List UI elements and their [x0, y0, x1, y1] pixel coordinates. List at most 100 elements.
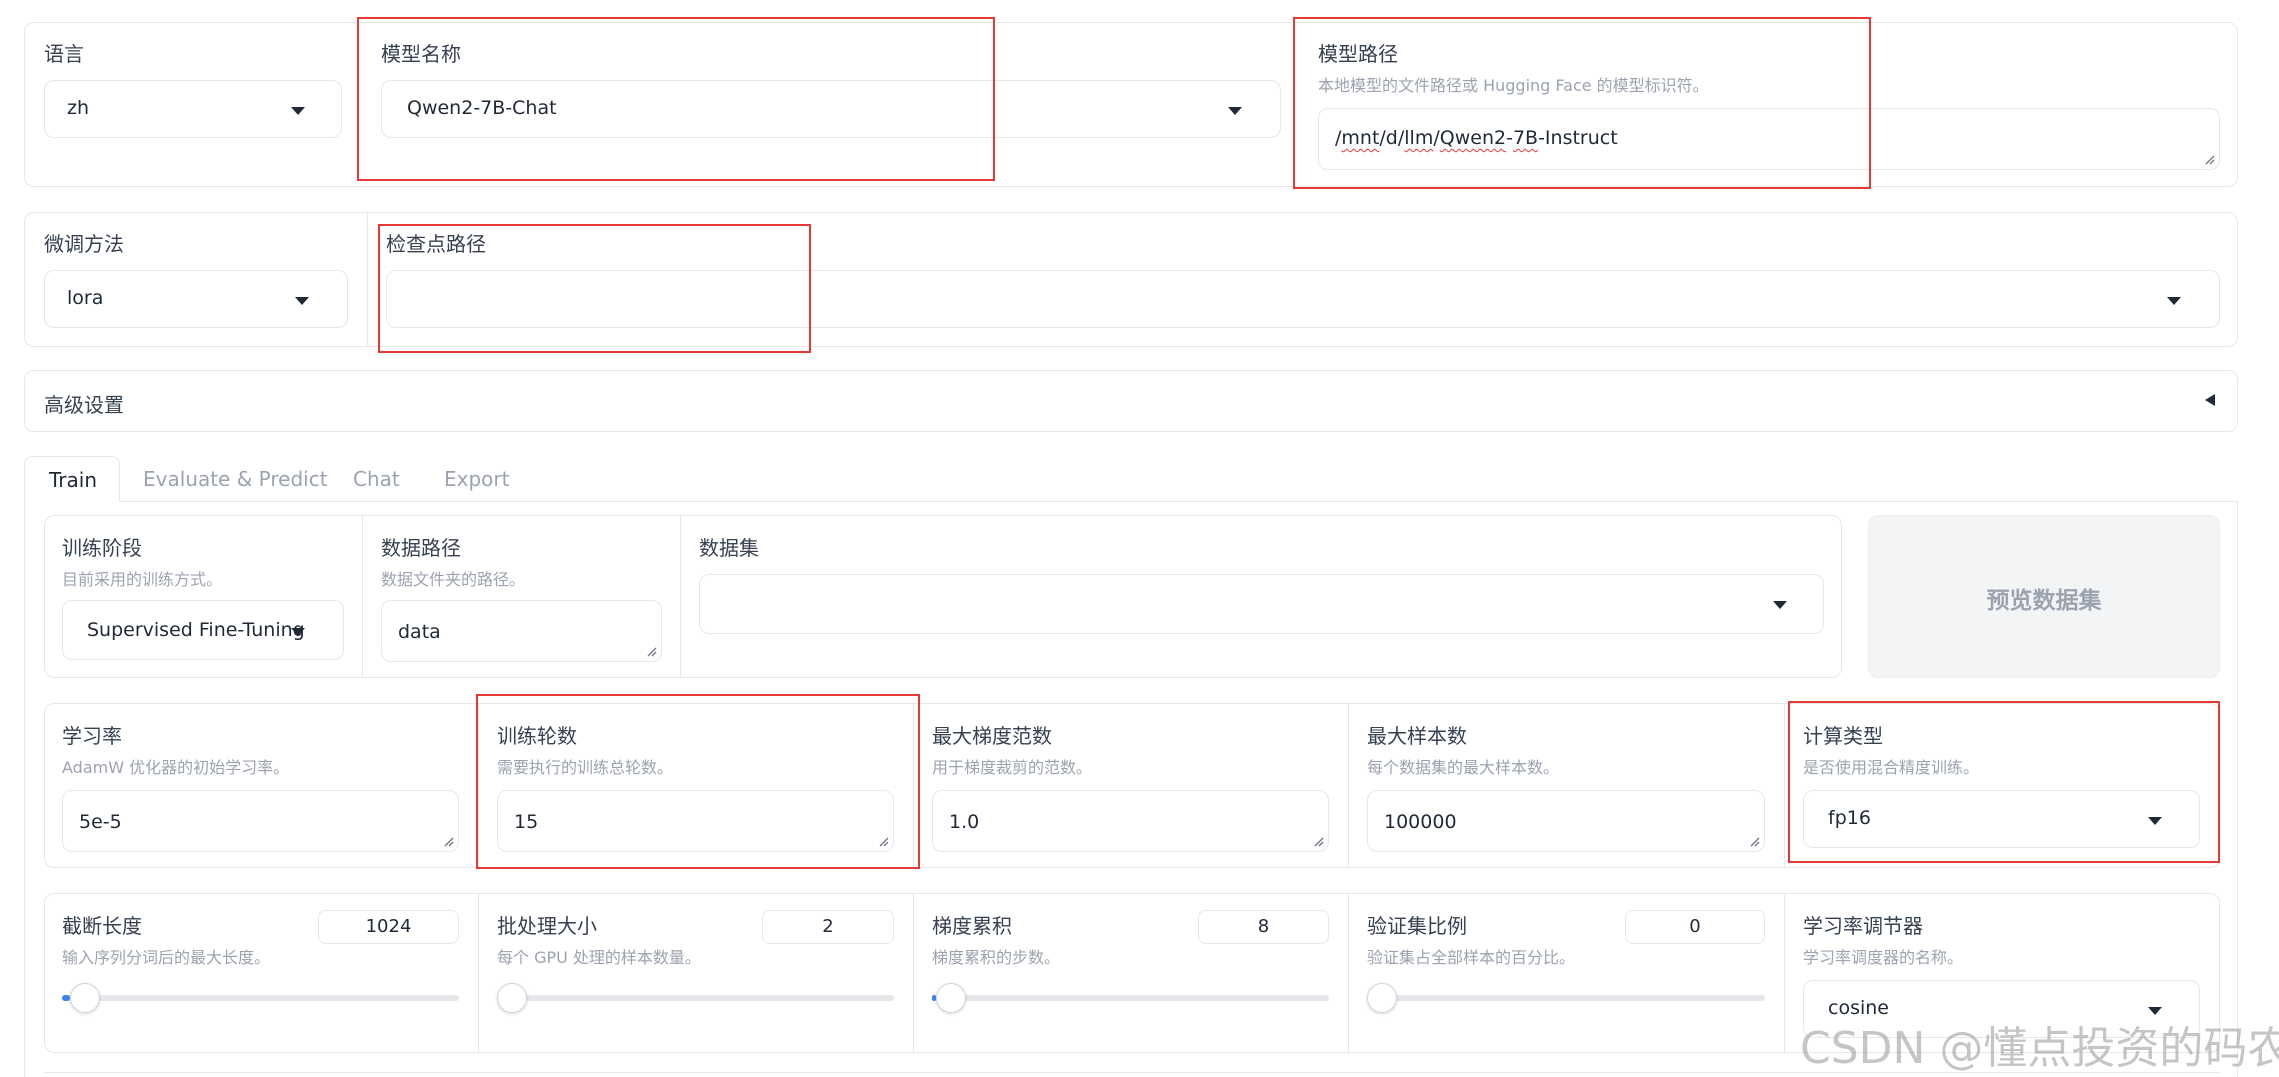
chevron-down-icon	[1773, 601, 1787, 609]
panel-divider	[913, 704, 914, 867]
checkpoint-path-label: 检查点路径	[386, 232, 486, 256]
checkpoint-path-dropdown[interactable]	[386, 270, 2220, 328]
compute-type-value: fp16	[1828, 807, 1871, 829]
panel-divider	[362, 516, 363, 677]
model-path-description: 本地模型的文件路径或 Hugging Face 的模型标识符。	[1318, 76, 1709, 95]
val-size-label: 验证集比例	[1367, 914, 1467, 938]
model-path-value: /mnt/d/llm/Qwen2-7B-Instruct	[1335, 127, 1618, 149]
grad-accum-slider-track[interactable]	[932, 995, 1329, 1001]
tab-train[interactable]: Train	[24, 456, 120, 502]
grad-accum-description: 梯度累积的步数。	[932, 948, 1061, 967]
grad-accum-slider-thumb[interactable]	[935, 983, 966, 1013]
compute-type-label: 计算类型	[1803, 724, 1883, 748]
panel-divider	[1784, 894, 1785, 1052]
panel-divider	[367, 213, 368, 346]
resize-grip-icon[interactable]	[442, 835, 454, 847]
model-path-input[interactable]: /mnt/d/llm/Qwen2-7B-Instruct	[1318, 108, 2220, 170]
resize-grip-icon[interactable]	[877, 835, 889, 847]
batch-size-label: 批处理大小	[497, 914, 597, 938]
panel-divider	[1348, 894, 1349, 1052]
watermark: CSDN @懂点投资的码农	[1800, 1023, 2279, 1074]
chevron-down-icon	[2148, 817, 2162, 825]
panel-divider	[680, 516, 681, 677]
training-stage-description: 目前采用的训练方式。	[62, 570, 223, 589]
grad-accum-number-input[interactable]: 8	[1198, 910, 1329, 944]
model-name-label: 模型名称	[381, 42, 461, 66]
max-grad-norm-label: 最大梯度范数	[932, 724, 1052, 748]
val-size-description: 验证集占全部样本的百分比。	[1367, 948, 1576, 967]
val-size-number-input[interactable]: 0	[1625, 910, 1765, 944]
preview-dataset-button[interactable]: 预览数据集	[1868, 515, 2220, 678]
epochs-label: 训练轮数	[497, 724, 577, 748]
cutoff-len-label: 截断长度	[62, 914, 142, 938]
chevron-down-icon	[291, 628, 305, 636]
training-stage-value: Supervised Fine-Tuning	[87, 619, 305, 641]
resize-grip-icon[interactable]	[1748, 835, 1760, 847]
training-stage-dropdown[interactable]: Supervised Fine-Tuning	[62, 600, 344, 660]
data-dir-description: 数据文件夹的路径。	[381, 570, 526, 589]
chevron-down-icon	[1228, 107, 1242, 115]
chevron-down-icon	[2167, 297, 2181, 305]
training-stage-label: 训练阶段	[62, 536, 142, 560]
max-grad-norm-value: 1.0	[949, 811, 980, 833]
model-name-dropdown[interactable]: Qwen2-7B-Chat	[381, 80, 1281, 138]
triangle-left-icon	[2205, 394, 2215, 406]
compute-type-description: 是否使用混合精度训练。	[1803, 758, 1980, 777]
language-dropdown[interactable]: zh	[44, 80, 342, 138]
grad-accum-label: 梯度累积	[932, 914, 1012, 938]
lr-scheduler-label: 学习率调节器	[1803, 914, 1923, 938]
cutoff-len-slider-fill	[62, 995, 70, 1001]
cutoff-len-number-input[interactable]: 1024	[318, 910, 459, 944]
max-samples-value: 100000	[1384, 811, 1457, 833]
learning-rate-description: AdamW 优化器的初始学习率。	[62, 758, 290, 777]
epochs-input[interactable]: 15	[497, 790, 894, 852]
language-label: 语言	[44, 42, 84, 66]
data-dir-input[interactable]: data	[381, 600, 662, 662]
chevron-down-icon	[295, 297, 309, 305]
batch-size-slider-track[interactable]	[497, 995, 894, 1001]
language-value: zh	[67, 97, 90, 119]
panel-divider	[478, 704, 479, 867]
data-dir-label: 数据路径	[381, 536, 461, 560]
data-dir-value: data	[398, 621, 441, 643]
cutoff-len-slider-thumb[interactable]	[69, 983, 100, 1013]
model-name-value: Qwen2-7B-Chat	[407, 97, 557, 119]
chevron-down-icon	[291, 107, 305, 115]
learning-rate-label: 学习率	[62, 724, 122, 748]
finetune-method-dropdown[interactable]: lora	[44, 270, 348, 328]
learning-rate-input[interactable]: 5e-5	[62, 790, 459, 852]
learning-rate-value: 5e-5	[79, 811, 122, 833]
cutoff-len-description: 输入序列分词后的最大长度。	[62, 948, 271, 967]
resize-grip-icon[interactable]	[1312, 835, 1324, 847]
model-path-label: 模型路径	[1318, 42, 1398, 66]
dataset-dropdown[interactable]	[699, 574, 1824, 634]
finetune-method-label: 微调方法	[44, 232, 124, 256]
tab-export[interactable]: Export	[444, 467, 509, 491]
max-grad-norm-description: 用于梯度裁剪的范数。	[932, 758, 1093, 777]
advanced-settings-label: 高级设置	[44, 393, 124, 417]
dataset-label: 数据集	[699, 536, 759, 560]
batch-size-slider-thumb[interactable]	[497, 983, 527, 1013]
panel-divider	[1784, 704, 1785, 867]
epochs-description: 需要执行的训练总轮数。	[497, 758, 674, 777]
max-grad-norm-input[interactable]: 1.0	[932, 790, 1329, 852]
val-size-slider-thumb[interactable]	[1367, 983, 1397, 1013]
tab-chat[interactable]: Chat	[353, 467, 400, 491]
finetune-method-value: lora	[67, 287, 104, 309]
batch-size-description: 每个 GPU 处理的样本数量。	[497, 948, 701, 967]
resize-grip-icon[interactable]	[2203, 153, 2215, 165]
compute-type-dropdown[interactable]: fp16	[1803, 790, 2200, 848]
epochs-value: 15	[514, 811, 539, 833]
max-samples-input[interactable]: 100000	[1367, 790, 1765, 852]
panel-divider	[478, 894, 479, 1052]
max-samples-label: 最大样本数	[1367, 724, 1467, 748]
tab-evaluate-predict[interactable]: Evaluate & Predict	[143, 467, 328, 491]
panel-divider	[913, 894, 914, 1052]
resize-grip-icon[interactable]	[645, 645, 657, 657]
batch-size-number-input[interactable]: 2	[762, 910, 894, 944]
max-samples-description: 每个数据集的最大样本数。	[1367, 758, 1560, 777]
lr-scheduler-description: 学习率调度器的名称。	[1803, 948, 1964, 967]
cutoff-len-slider-track[interactable]	[62, 995, 459, 1001]
val-size-slider-track[interactable]	[1367, 995, 1765, 1001]
advanced-settings-accordion[interactable]: 高级设置	[24, 370, 2238, 432]
